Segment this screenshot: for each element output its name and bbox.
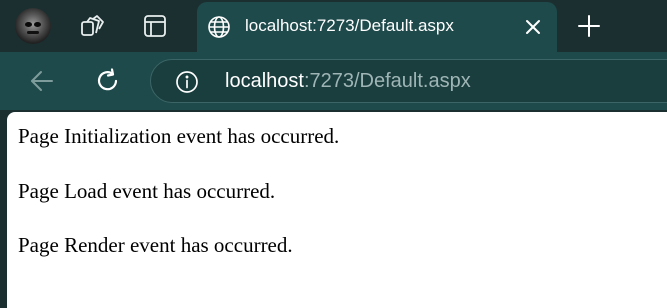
profile-avatar[interactable]: [15, 8, 51, 44]
url-host: localhost: [225, 70, 304, 92]
url-path: :7273/Default.aspx: [303, 70, 471, 92]
url-text: localhost:7273/Default.aspx: [225, 70, 471, 93]
globe-icon: [207, 15, 231, 39]
info-icon[interactable]: [175, 70, 199, 94]
address-bar[interactable]: localhost:7273/Default.aspx: [150, 59, 667, 103]
avatar-detail: [34, 22, 41, 27]
tab-title: localhost:7273/Default.aspx: [245, 16, 454, 35]
toolbar: localhost:7273/Default.aspx: [0, 52, 667, 110]
close-icon[interactable]: [523, 17, 543, 37]
back-arrow-icon[interactable]: [28, 67, 56, 95]
avatar-detail: [27, 31, 39, 34]
event-message: Page Initialization event has occurred.: [18, 124, 340, 148]
browser-window: localhost:7273/Default.aspx localhost:72…: [0, 0, 667, 308]
avatar-detail: [25, 22, 32, 27]
event-message: Page Load event has occurred.: [18, 179, 276, 203]
event-message: Page Render event has occurred.: [18, 233, 293, 257]
tab-actions-icon[interactable]: [142, 13, 168, 39]
tab-strip: localhost:7273/Default.aspx: [0, 0, 667, 52]
collections-icon[interactable]: [79, 13, 105, 39]
plus-icon[interactable]: [576, 13, 602, 39]
page-content: Page Initialization event has occurred. …: [7, 112, 667, 308]
refresh-icon[interactable]: [94, 67, 122, 95]
tab-active[interactable]: localhost:7273/Default.aspx: [197, 2, 557, 52]
